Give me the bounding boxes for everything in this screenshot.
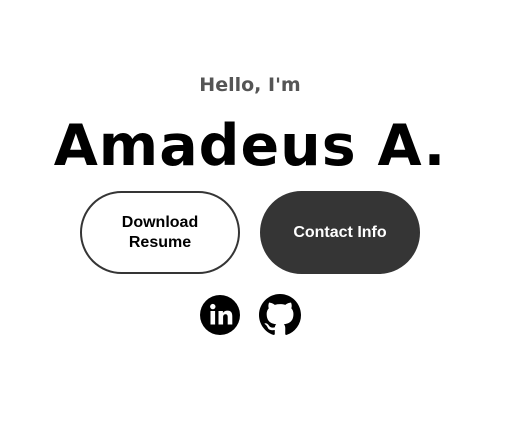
download-resume-button[interactable]: Download Resume [80, 191, 240, 274]
profile-name: Amadeus A. [53, 113, 447, 179]
github-link[interactable] [259, 294, 301, 336]
linkedin-icon [199, 294, 241, 336]
profile-section: Hello, I'm Amadeus A. Download Resume Co… [0, 0, 513, 423]
github-icon [259, 294, 301, 336]
contact-info-button[interactable]: Contact Info [260, 191, 420, 274]
linkedin-link[interactable] [199, 294, 241, 336]
greeting-text: Hello, I'm [199, 74, 301, 96]
